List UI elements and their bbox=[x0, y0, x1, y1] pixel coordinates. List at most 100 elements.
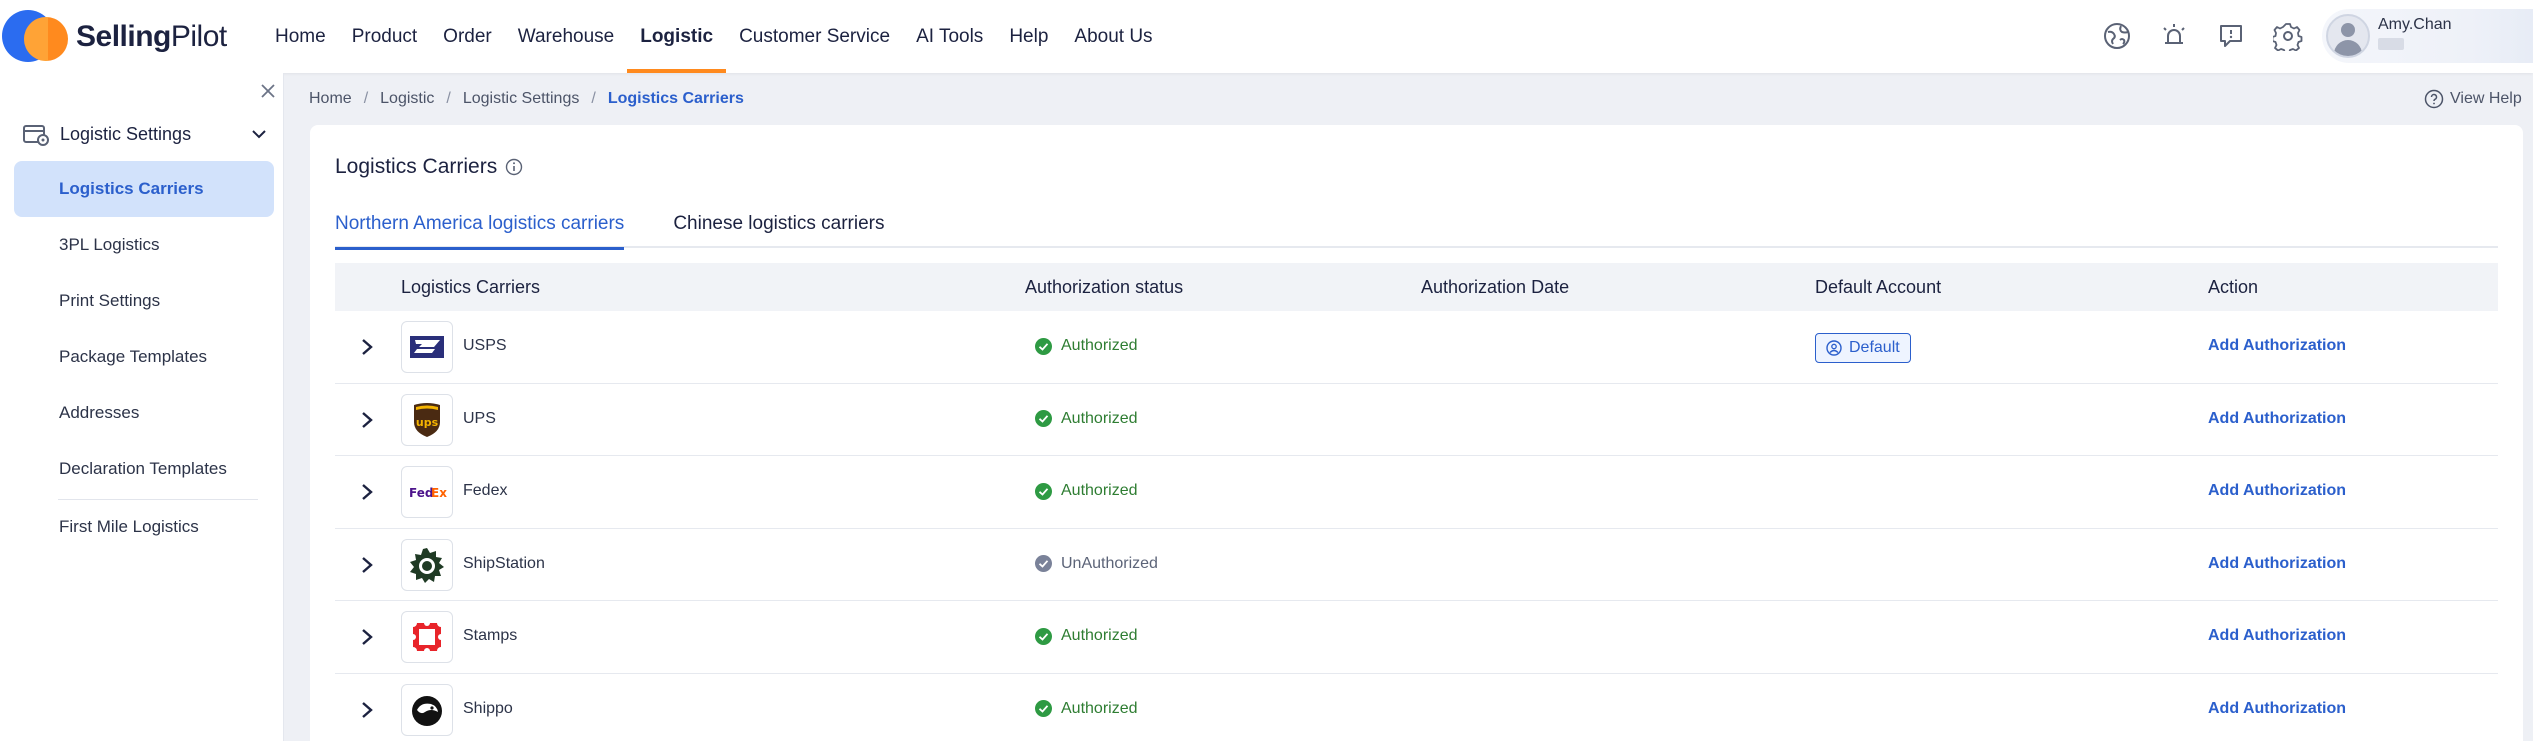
shippo-icon bbox=[412, 695, 442, 726]
table-header: Logistics Carriers Authorization status … bbox=[335, 263, 2498, 311]
carrier-name: USPS bbox=[463, 337, 507, 354]
nav-item-order[interactable]: Order bbox=[430, 0, 505, 73]
sidebar: Logistic Settings Logistics Carriers 3PL… bbox=[0, 73, 284, 741]
user-menu[interactable]: Amy.Chan bbox=[2322, 9, 2533, 63]
nav-item-about-us[interactable]: About Us bbox=[1061, 0, 1165, 73]
sidebar-item-logistics-carriers[interactable]: Logistics Carriers bbox=[14, 161, 274, 217]
sidebar-item-first-mile-logistics[interactable]: First Mile Logistics bbox=[14, 499, 274, 555]
chevron-right-icon[interactable] bbox=[355, 408, 379, 432]
svg-text:ups: ups bbox=[416, 416, 439, 429]
sellingpilot-logo[interactable]: SellingPilot bbox=[0, 8, 250, 64]
breadcrumb-logistic-settings[interactable]: Logistic Settings bbox=[463, 90, 580, 108]
user-name: Amy.Chan bbox=[2378, 16, 2452, 33]
user-sub-placeholder bbox=[2378, 38, 2404, 50]
table-row: Fed Ex Fedex Authorized Add Authorization bbox=[335, 456, 2498, 529]
breadcrumb-separator: / bbox=[591, 90, 596, 107]
logo-mark-icon bbox=[0, 8, 72, 64]
message-icon[interactable] bbox=[2209, 14, 2253, 58]
add-authorization-link[interactable]: Add Authorization bbox=[2208, 482, 2346, 500]
user-circle-icon bbox=[1826, 340, 1842, 356]
nav-item-product[interactable]: Product bbox=[339, 0, 430, 73]
sidebar-item-print-settings[interactable]: Print Settings bbox=[14, 273, 274, 329]
avatar bbox=[2326, 14, 2370, 58]
gear-icon[interactable] bbox=[2266, 14, 2310, 58]
check-circle-icon bbox=[1035, 627, 1052, 645]
chevron-right-icon[interactable] bbox=[355, 335, 379, 359]
page-title-text: Logistics Carriers bbox=[335, 155, 498, 178]
stamps-icon bbox=[409, 619, 445, 655]
table-row: Stamps Authorized Add Authorization bbox=[335, 601, 2498, 674]
check-circle-icon bbox=[1035, 337, 1052, 355]
nav-item-logistic[interactable]: Logistic bbox=[627, 0, 726, 73]
breadcrumb-logistic[interactable]: Logistic bbox=[380, 90, 434, 108]
nav-item-help[interactable]: Help bbox=[996, 0, 1061, 73]
add-authorization-link[interactable]: Add Authorization bbox=[2208, 700, 2346, 718]
chevron-right-icon[interactable] bbox=[355, 698, 379, 722]
sidebar-item-declaration-templates[interactable]: Declaration Templates bbox=[14, 441, 274, 497]
chevron-right-icon[interactable] bbox=[355, 625, 379, 649]
add-authorization-link[interactable]: Add Authorization bbox=[2208, 337, 2346, 355]
add-authorization-link[interactable]: Add Authorization bbox=[2208, 555, 2346, 573]
breadcrumb-home[interactable]: Home bbox=[309, 90, 352, 108]
tab-chinese[interactable]: Chinese logistics carriers bbox=[673, 200, 884, 248]
tab-northern-america[interactable]: Northern America logistics carriers bbox=[335, 200, 625, 250]
ups-icon: ups bbox=[414, 402, 440, 437]
alarm-bell-icon[interactable] bbox=[2152, 14, 2196, 58]
default-account-button[interactable]: Default bbox=[1815, 333, 1911, 363]
status-badge: Authorized bbox=[1035, 482, 1138, 500]
svg-text:Ex: Ex bbox=[431, 486, 447, 500]
usps-logo bbox=[401, 321, 453, 373]
usps-icon bbox=[410, 336, 444, 358]
view-help-link[interactable]: View Help bbox=[2424, 87, 2522, 111]
top-icon-bar bbox=[2095, 14, 2323, 58]
breadcrumb: Home / Logistic / Logistic Settings / Lo… bbox=[309, 87, 744, 111]
sidebar-group-logistic-settings[interactable]: Logistic Settings bbox=[22, 113, 278, 155]
ups-logo: ups bbox=[401, 393, 453, 446]
chevron-right-icon[interactable] bbox=[355, 480, 379, 504]
shipstation-logo bbox=[401, 538, 453, 591]
sidebar-item-addresses[interactable]: Addresses bbox=[14, 385, 274, 441]
nav-item-ai-tools[interactable]: AI Tools bbox=[903, 0, 996, 73]
check-circle-icon bbox=[1035, 410, 1052, 427]
shipstation-icon bbox=[410, 547, 444, 583]
stamps-logo bbox=[401, 611, 453, 663]
nav-item-customer-service[interactable]: Customer Service bbox=[726, 0, 903, 73]
help-circle-icon bbox=[2424, 89, 2444, 109]
nav-item-home[interactable]: Home bbox=[262, 0, 339, 73]
status-text: UnAuthorized bbox=[1061, 554, 1158, 572]
shippo-logo bbox=[401, 683, 453, 736]
status-text: Authorized bbox=[1061, 627, 1138, 644]
carrier-name: Stamps bbox=[463, 627, 518, 644]
view-help-label: View Help bbox=[2450, 90, 2522, 107]
breadcrumb-separator: / bbox=[446, 90, 451, 107]
carrier-name: Fedex bbox=[463, 482, 508, 499]
logo-wordmark: SellingPilot bbox=[76, 20, 227, 53]
sidebar-item-package-templates[interactable]: Package Templates bbox=[14, 329, 274, 385]
table-row: Shippo Authorized Add Authorization bbox=[335, 674, 2498, 741]
close-sidebar-icon[interactable] bbox=[258, 81, 278, 101]
carrier-region-tabs: Northern America logistics carriers Chin… bbox=[335, 200, 2498, 250]
status-text: Authorized bbox=[1061, 409, 1138, 427]
carriers-table: Logistics Carriers Authorization status … bbox=[335, 263, 2498, 741]
breadcrumb-current: Logistics Carriers bbox=[607, 90, 744, 107]
check-circle-icon bbox=[1035, 482, 1052, 500]
carrier-name: ShipStation bbox=[463, 554, 545, 572]
column-header-auth-date: Authorization Date bbox=[1421, 277, 1570, 297]
chevron-down-icon bbox=[252, 130, 266, 139]
breadcrumb-separator: / bbox=[363, 90, 369, 107]
add-authorization-link[interactable]: Add Authorization bbox=[2208, 627, 2346, 645]
main-nav: Home Product Order Warehouse Logistic Cu… bbox=[262, 0, 1166, 73]
status-text: Authorized bbox=[1061, 337, 1138, 354]
nav-item-warehouse[interactable]: Warehouse bbox=[505, 0, 627, 73]
column-header-carriers: Logistics Carriers bbox=[401, 277, 541, 297]
status-badge: Authorized bbox=[1035, 337, 1138, 355]
page-title: Logistics Carriers bbox=[335, 155, 523, 179]
add-authorization-link[interactable]: Add Authorization bbox=[2208, 410, 2346, 428]
top-navbar: SellingPilot Home Product Order Warehous… bbox=[0, 0, 2533, 73]
carrier-name: UPS bbox=[463, 409, 496, 427]
sidebar-item-3pl-logistics[interactable]: 3PL Logistics bbox=[14, 217, 274, 273]
chevron-right-icon[interactable] bbox=[355, 553, 379, 577]
column-header-action: Action bbox=[2208, 277, 2259, 297]
globe-icon[interactable] bbox=[2095, 14, 2139, 58]
info-icon[interactable] bbox=[505, 158, 523, 176]
